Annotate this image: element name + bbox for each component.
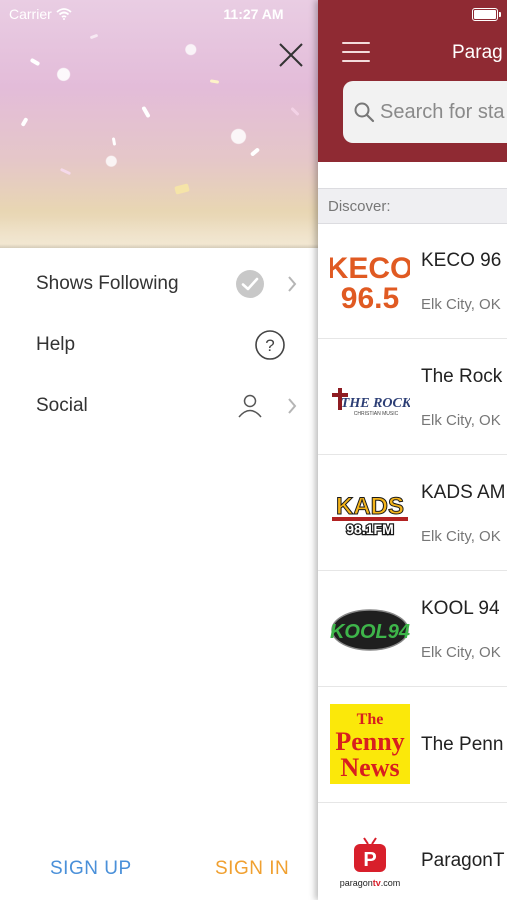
station-logo: The Penny News <box>330 704 410 784</box>
station-row[interactable]: KECO 96.5 KECO 96 Elk City, OK <box>318 222 507 339</box>
menu-item-help[interactable]: Help ? <box>0 314 318 375</box>
nav-bar: Parag <box>318 0 507 162</box>
question-circle-icon: ? <box>254 329 286 361</box>
svg-text:paragontv.com: paragontv.com <box>340 878 401 888</box>
wifi-icon <box>56 8 72 20</box>
station-name: KECO 96 <box>421 250 502 271</box>
menu-item-social[interactable]: Social <box>0 375 318 436</box>
page-title: Parag <box>452 42 503 63</box>
station-logo: THE ROCK CHRISTIAN MUSIC <box>330 362 413 430</box>
station-location: Elk City, OK <box>421 528 501 545</box>
station-location: Elk City, OK <box>421 296 501 313</box>
svg-text:98.1FM: 98.1FM <box>346 521 393 537</box>
station-name: The Rock <box>421 366 503 387</box>
sign-in-button[interactable]: SIGN IN <box>215 858 289 880</box>
carrier-label: Carrier <box>9 6 52 22</box>
hamburger-menu-button[interactable] <box>342 40 370 64</box>
menu-item-label: Help <box>36 333 76 355</box>
svg-text:?: ? <box>265 336 274 355</box>
chevron-right-icon <box>286 397 298 415</box>
svg-text:Penny: Penny <box>335 727 404 756</box>
section-header-label: Discover: <box>328 198 391 215</box>
search-input[interactable] <box>380 98 507 126</box>
station-logo: KOOL94 <box>330 594 410 662</box>
auth-actions: SIGN UP SIGN IN <box>0 846 318 892</box>
svg-text:KOOL94: KOOL94 <box>330 621 410 643</box>
logo-965-text: 96.5 <box>341 282 399 314</box>
logo-keco-text: KECO <box>330 252 410 285</box>
main-panel: Parag Discover: KECO 96.5 KECO 96 Elk Ci… <box>318 0 507 900</box>
check-circle-icon <box>234 268 266 300</box>
menu-item-label: Social <box>36 394 88 416</box>
station-logo: P paragontv.com <box>330 826 410 894</box>
station-name: The Penn <box>421 734 504 755</box>
logo-rock-text: THE ROCK <box>341 396 410 411</box>
station-logo: KECO 96.5 <box>327 246 414 315</box>
station-row[interactable]: THE ROCK CHRISTIAN MUSIC The Rock Elk Ci… <box>318 338 507 455</box>
svg-text:The: The <box>357 711 384 728</box>
sign-up-button[interactable]: SIGN UP <box>50 858 132 880</box>
side-drawer: Carrier Shows Following Help ? Social SI… <box>0 0 318 900</box>
station-name: KOOL 94 <box>421 598 500 619</box>
station-name: KADS AM <box>421 482 506 503</box>
close-icon <box>279 43 303 67</box>
station-row[interactable]: KADS 98.1FM KADS AM Elk City, OK <box>318 454 507 571</box>
station-location: Elk City, OK <box>421 412 501 429</box>
station-location: Elk City, OK <box>421 644 501 661</box>
section-header-discover: Discover: <box>318 188 507 224</box>
person-icon <box>234 390 266 422</box>
station-row[interactable]: P paragontv.com ParagonT <box>318 802 507 900</box>
drawer-header-image <box>0 0 318 248</box>
station-logo: KADS 98.1FM <box>330 478 410 546</box>
chevron-right-icon <box>286 275 298 293</box>
station-name: ParagonT <box>421 850 505 871</box>
menu-item-label: Shows Following <box>36 272 179 294</box>
close-drawer-button[interactable] <box>276 40 306 70</box>
battery-icon <box>472 8 501 21</box>
svg-text:P: P <box>363 849 376 871</box>
svg-text:CHRISTIAN MUSIC: CHRISTIAN MUSIC <box>354 411 399 417</box>
carrier-indicator: Carrier <box>9 6 72 22</box>
menu-item-shows-following[interactable]: Shows Following <box>0 253 318 314</box>
search-bar[interactable] <box>343 81 507 143</box>
station-row[interactable]: The Penny News The Penn <box>318 686 507 803</box>
svg-text:News: News <box>340 753 399 782</box>
station-row[interactable]: KOOL94 KOOL 94 Elk City, OK <box>318 570 507 687</box>
search-icon <box>353 101 375 123</box>
svg-text:KADS: KADS <box>336 493 404 520</box>
